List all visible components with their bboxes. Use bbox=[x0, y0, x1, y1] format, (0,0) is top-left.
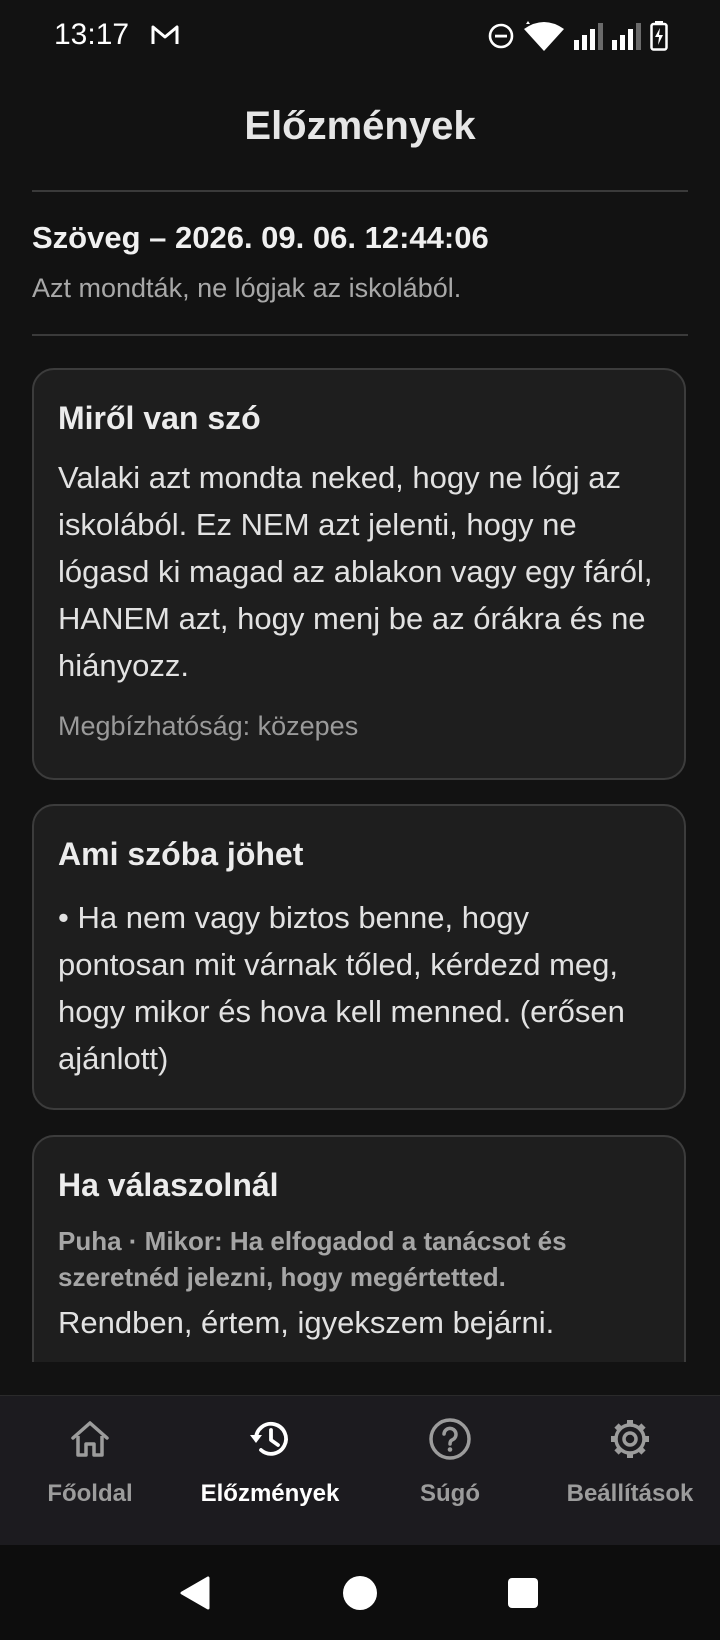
wifi-icon bbox=[524, 21, 564, 51]
nav-label-settings: Beállítások bbox=[566, 1480, 694, 1507]
status-bar: 13:17 bbox=[0, 0, 720, 76]
home-button-icon[interactable] bbox=[340, 1573, 380, 1613]
nav-label-history: Előzmények bbox=[200, 1480, 340, 1507]
confidence-label: Megbízhatóság: közepes bbox=[58, 711, 359, 741]
reply-card-title: Ha válaszolnál bbox=[58, 1167, 279, 1203]
reply-tone: Puha · Mikor: Ha elfogadod a tanácsot és… bbox=[58, 1226, 567, 1292]
header-divider bbox=[32, 190, 688, 192]
do-not-disturb-icon bbox=[488, 23, 514, 49]
history-scroll-area[interactable]: Miről van szó Valaki azt mondta neked, h… bbox=[0, 336, 720, 1362]
home-icon bbox=[71, 1421, 109, 1457]
entry-heading: Szöveg – 2026. 09. 06. 12:44:06 bbox=[32, 220, 489, 255]
possible-card-title: Ami szóba jöhet bbox=[58, 836, 304, 872]
reply-card: Ha válaszolnál Puha · Mikor: Ha elfogado… bbox=[32, 1135, 686, 1362]
meaning-card: Miről van szó Valaki azt mondta neked, h… bbox=[32, 368, 686, 780]
history-icon bbox=[250, 1421, 288, 1456]
help-icon bbox=[429, 1418, 471, 1460]
page-title: Előzmények bbox=[244, 104, 476, 148]
reply-suggestion[interactable]: Rendben, értem, igyekszem bejárni. bbox=[58, 1299, 660, 1346]
signal-icon bbox=[574, 23, 603, 50]
possible-card: Ami szóba jöhet • Ha nem vagy biztos ben… bbox=[32, 804, 686, 1110]
settings-icon bbox=[611, 1420, 649, 1458]
meaning-card-body: Valaki azt mondta neked, hogy ne lógj az… bbox=[58, 460, 653, 683]
status-time: 13:17 bbox=[54, 18, 130, 51]
nav-label-help: Súgó bbox=[420, 1480, 480, 1507]
battery-charging-icon bbox=[650, 21, 668, 51]
nav-item-settings[interactable]: Beállítások bbox=[540, 1416, 720, 1508]
system-navigation-bar bbox=[0, 1545, 720, 1640]
nav-item-help[interactable]: Súgó bbox=[360, 1416, 540, 1508]
possible-card-body: • Ha nem vagy biztos benne, hogy pontosa… bbox=[58, 900, 625, 1076]
entry-text: Azt mondták, ne lógjak az iskolából. bbox=[32, 273, 462, 303]
nav-item-history[interactable]: Előzmények bbox=[180, 1416, 360, 1508]
back-icon[interactable] bbox=[176, 1573, 216, 1613]
meaning-card-title: Miről van szó bbox=[58, 400, 261, 436]
signal-icon bbox=[612, 23, 641, 50]
bottom-navigation: Főoldal Előzmények Súgó Beállítások bbox=[0, 1395, 720, 1546]
nav-label-home: Főoldal bbox=[47, 1480, 133, 1507]
gmail-icon bbox=[151, 25, 179, 44]
recents-icon[interactable] bbox=[503, 1573, 543, 1613]
nav-item-home[interactable]: Főoldal bbox=[0, 1416, 180, 1508]
